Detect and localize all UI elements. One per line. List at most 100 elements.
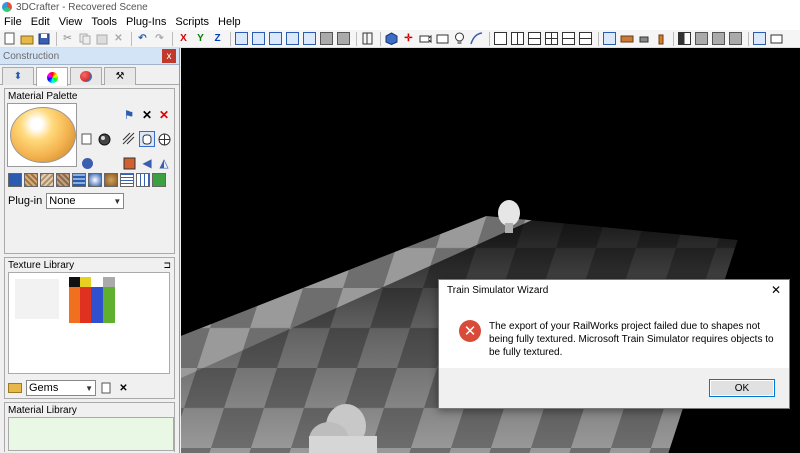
- menu-view[interactable]: View: [59, 16, 83, 28]
- plugin-select-value: None: [49, 195, 76, 207]
- tool-icon[interactable]: [636, 31, 651, 46]
- flag-icon[interactable]: ⚑: [121, 107, 137, 123]
- redo-icon[interactable]: ↷: [152, 31, 167, 46]
- zoom-selection-icon[interactable]: [336, 31, 351, 46]
- tab-transform[interactable]: ⬍: [2, 67, 34, 85]
- panel-close-button[interactable]: x: [162, 49, 176, 63]
- select-face-icon[interactable]: [268, 31, 283, 46]
- shading-icon[interactable]: [677, 31, 692, 46]
- save-icon[interactable]: [36, 31, 51, 46]
- new-material-icon[interactable]: [79, 131, 95, 147]
- ball-icon[interactable]: [79, 155, 95, 171]
- cut-icon[interactable]: ✂: [60, 31, 75, 46]
- overflow-icon[interactable]: [769, 31, 784, 46]
- open-icon[interactable]: [19, 31, 34, 46]
- view-quad-icon[interactable]: [544, 31, 559, 46]
- material-preview[interactable]: [7, 103, 77, 167]
- menu-scripts[interactable]: Scripts: [175, 16, 209, 28]
- delete-icon[interactable]: ✕: [111, 31, 126, 46]
- tag-icon[interactable]: [653, 31, 668, 46]
- texture-stripes-icon[interactable]: [120, 173, 134, 187]
- menu-tools[interactable]: Tools: [91, 16, 117, 28]
- view-three-icon[interactable]: [561, 31, 576, 46]
- view-split-horizontal-icon[interactable]: [527, 31, 542, 46]
- mirror-icon[interactable]: ◭: [156, 155, 172, 171]
- ok-button[interactable]: OK: [709, 379, 775, 397]
- plugin-select[interactable]: None ▼: [46, 193, 125, 209]
- cube-icon[interactable]: [384, 31, 399, 46]
- toolbar-separator: [172, 31, 173, 46]
- objects-icon: [80, 71, 92, 82]
- select-point-icon[interactable]: [302, 31, 317, 46]
- window-title: 3DCrafter - Recovered Scene: [16, 1, 148, 13]
- background-icon[interactable]: [694, 31, 709, 46]
- tab-tools[interactable]: ⚒: [104, 67, 136, 85]
- zoom-fit-icon[interactable]: [319, 31, 334, 46]
- copy-icon[interactable]: [77, 31, 92, 46]
- texture-thumbnail-blank[interactable]: [15, 279, 59, 319]
- select-icon[interactable]: [234, 31, 249, 46]
- new-icon[interactable]: [2, 31, 17, 46]
- delete-material-icon[interactable]: ✕: [139, 107, 155, 123]
- menu-edit[interactable]: Edit: [31, 16, 50, 28]
- texture-gradient-icon[interactable]: [88, 173, 102, 187]
- y-axis-button[interactable]: Y: [193, 31, 208, 46]
- pin-icon[interactable]: ⊐: [163, 260, 171, 271]
- view-split-vertical-icon[interactable]: [510, 31, 525, 46]
- new-texture-icon[interactable]: [99, 381, 114, 396]
- folder-icon[interactable]: [8, 383, 22, 393]
- remove-material-icon[interactable]: ✕: [156, 107, 172, 123]
- select-edge-icon[interactable]: [285, 31, 300, 46]
- texture-list[interactable]: [8, 272, 170, 374]
- spline-icon[interactable]: [469, 31, 484, 46]
- texture-leaf-icon[interactable]: [152, 173, 166, 187]
- texture-map-icon[interactable]: [121, 131, 137, 147]
- tab-materials[interactable]: [36, 67, 68, 86]
- image-map-icon[interactable]: [121, 155, 137, 171]
- z-axis-button[interactable]: Z: [210, 31, 225, 46]
- tab-objects[interactable]: [70, 67, 102, 85]
- train-icon[interactable]: [619, 31, 634, 46]
- texture-wood-icon[interactable]: [104, 173, 118, 187]
- paste-icon[interactable]: [94, 31, 109, 46]
- window-icon[interactable]: [752, 31, 767, 46]
- material-sphere-small-icon[interactable]: [96, 131, 112, 147]
- menu-help[interactable]: Help: [218, 16, 241, 28]
- texture-granite-icon[interactable]: [40, 173, 54, 187]
- updown-arrows-icon: ⬍: [13, 71, 23, 82]
- material-library-list[interactable]: [8, 417, 174, 451]
- undo-icon[interactable]: ↶: [135, 31, 150, 46]
- color-wheel-icon: [46, 71, 58, 83]
- toolbar-separator: [230, 31, 231, 46]
- lighting-icon[interactable]: [728, 31, 743, 46]
- toolbar-separator: [380, 31, 381, 46]
- select-group-icon[interactable]: [251, 31, 266, 46]
- x-axis-button[interactable]: X: [176, 31, 191, 46]
- lightbulb-icon[interactable]: [452, 31, 467, 46]
- texture-marble-icon[interactable]: [56, 173, 70, 187]
- texture-collection-select[interactable]: Gems ▼: [26, 380, 96, 396]
- dialog-close-button[interactable]: ✕: [771, 283, 781, 297]
- axis-icon[interactable]: ✛: [401, 31, 416, 46]
- menu-file[interactable]: File: [4, 16, 22, 28]
- view-three-alt-icon[interactable]: [578, 31, 593, 46]
- texture-tiles-icon[interactable]: [136, 173, 150, 187]
- menu-bar: File Edit View Tools Plug-Ins Scripts He…: [0, 14, 800, 30]
- frame-icon[interactable]: [360, 31, 375, 46]
- texture-solid-icon[interactable]: [8, 173, 22, 187]
- render-icon[interactable]: [602, 31, 617, 46]
- texture-grid-icon[interactable]: [72, 173, 86, 187]
- view-single-icon[interactable]: [493, 31, 508, 46]
- menu-plug-ins[interactable]: Plug-Ins: [126, 16, 166, 28]
- texture-thumbnail-gems[interactable]: [69, 277, 115, 323]
- cylinder-map-icon[interactable]: [139, 131, 155, 147]
- delete-texture-icon[interactable]: ✕: [116, 381, 131, 396]
- projector-icon[interactable]: [435, 31, 450, 46]
- sphere-map-icon[interactable]: [156, 131, 172, 147]
- texture-noise-icon[interactable]: [24, 173, 38, 187]
- flip-left-icon[interactable]: ◀: [139, 155, 155, 171]
- texture-collection-value: Gems: [29, 382, 59, 394]
- camera-icon[interactable]: [418, 31, 433, 46]
- chevron-down-icon: ▼: [113, 196, 122, 206]
- scene-icon[interactable]: [711, 31, 726, 46]
